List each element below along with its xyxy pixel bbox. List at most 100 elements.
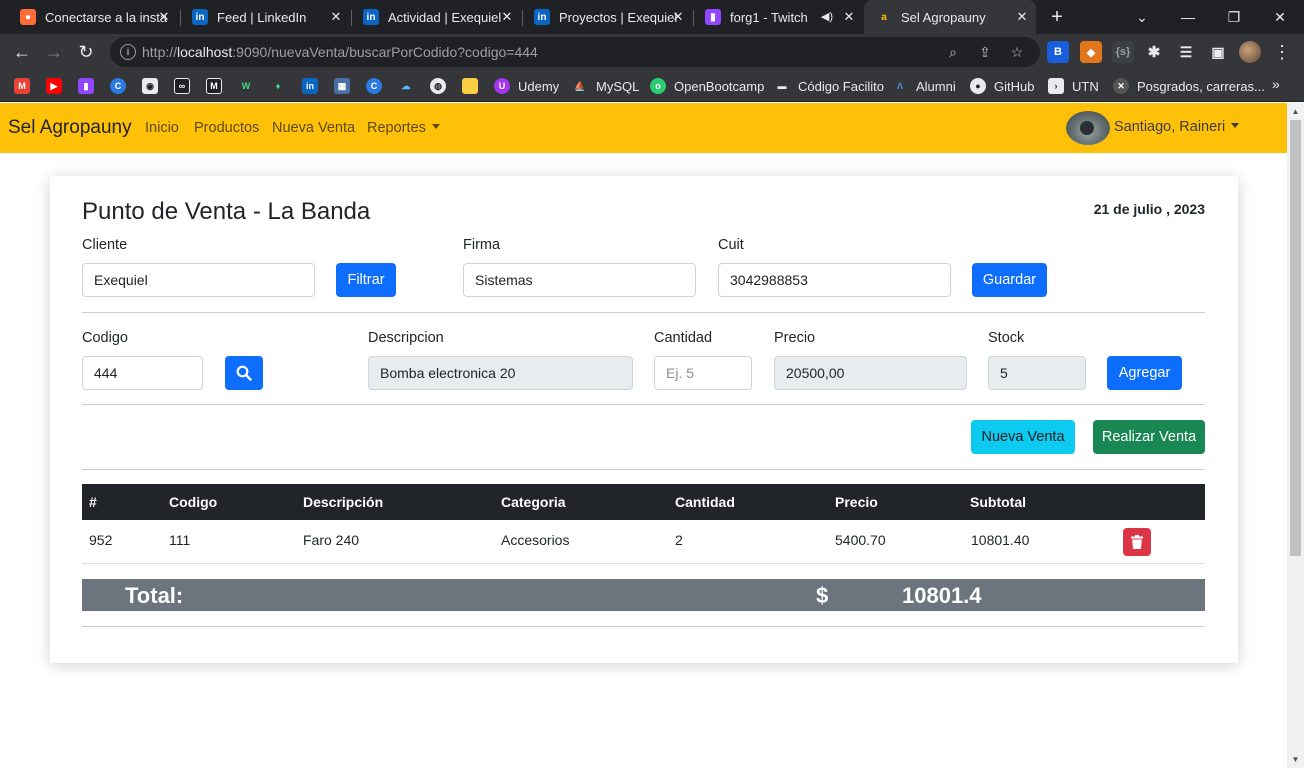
extension-icon[interactable]: {s}	[1112, 41, 1134, 63]
close-window-icon[interactable]: ✕	[1257, 0, 1303, 34]
address-bar[interactable]: i http://localhost:9090/nuevaVenta/busca…	[110, 37, 1040, 67]
restore-icon[interactable]: ❐	[1211, 0, 1257, 34]
realizar-venta-button[interactable]: Realizar Venta	[1093, 420, 1205, 454]
globe-icon[interactable]: ◍	[430, 78, 446, 94]
bookmark-github[interactable]: ● GitHub	[970, 76, 1034, 96]
url-text[interactable]: http://localhost:9090/nuevaVenta/buscarP…	[142, 44, 538, 60]
bookmark-black-icon[interactable]: ∞	[174, 78, 190, 94]
reload-icon[interactable]: ↻	[74, 40, 98, 64]
page-title: Punto de Venta - La Banda	[82, 198, 371, 225]
browser-tab-linkedin-actividad[interactable]: in Actividad | Exequiel ✕	[351, 0, 521, 34]
side-panel-icon[interactable]: ▣	[1207, 41, 1229, 63]
delete-row-button[interactable]	[1123, 528, 1151, 556]
metamask-extension-icon[interactable]: ◆	[1080, 41, 1102, 63]
cloud-icon[interactable]: ☁	[398, 78, 414, 94]
openbootcamp-icon: o	[650, 78, 666, 94]
stock-input[interactable]: 5	[988, 356, 1086, 390]
bookmark-c2-icon[interactable]: C	[366, 78, 382, 94]
close-tab-icon[interactable]: ✕	[328, 9, 344, 25]
cliente-label: Cliente	[82, 237, 128, 253]
scroll-up-icon[interactable]: ▲	[1287, 103, 1304, 120]
divider	[82, 469, 1205, 470]
minimize-icon[interactable]: —	[1165, 0, 1211, 34]
brand-link[interactable]: Sel Agropauny	[8, 117, 132, 139]
total-currency: $	[816, 583, 829, 608]
linkedin-icon: in	[363, 9, 379, 25]
search-icon	[236, 365, 252, 381]
reading-list-icon[interactable]: ☰	[1175, 41, 1197, 63]
browser-toolbar: ← → ↻ i http://localhost:9090/nuevaVenta…	[0, 34, 1304, 70]
new-tab-icon[interactable]: +	[1046, 6, 1068, 28]
twitch-bookmark-icon[interactable]: ▮	[78, 78, 94, 94]
agregar-button[interactable]: Agregar	[1107, 356, 1182, 390]
zoom-icon[interactable]: ⌕	[944, 43, 962, 61]
user-dropdown[interactable]: Santiago, Raineri	[1114, 119, 1240, 135]
user-avatar[interactable]	[1066, 111, 1110, 145]
precio-input[interactable]: 20500,00	[774, 356, 967, 390]
utn-icon: ›	[1048, 78, 1064, 94]
close-tab-icon[interactable]: ✕	[670, 9, 686, 25]
forward-icon[interactable]: →	[42, 40, 66, 64]
bookmark-openbootcamp[interactable]: o OpenBootcamp	[650, 76, 764, 96]
nueva-venta-button[interactable]: Nueva Venta	[971, 420, 1075, 454]
close-tab-icon[interactable]: ✕	[841, 9, 857, 25]
close-tab-icon[interactable]: ✕	[1014, 9, 1030, 25]
bitwarden-extension-icon[interactable]: B	[1047, 41, 1069, 63]
column-header-categoria: Categoria	[501, 494, 566, 510]
app-icon: a	[881, 11, 887, 23]
scroll-down-icon[interactable]: ▼	[1287, 751, 1304, 768]
site-info-icon[interactable]: i	[120, 44, 136, 60]
nav-link-inicio[interactable]: Inicio	[145, 120, 179, 136]
browser-tab-twitch[interactable]: ▮ forg1 - Twitch ◀) ✕	[693, 0, 863, 34]
browser-tab-linkedin-proyectos[interactable]: in Proyectos | Exequiel ✕	[522, 0, 692, 34]
back-icon[interactable]: ←	[10, 40, 34, 64]
cliente-input[interactable]: Exequiel	[82, 263, 315, 297]
nav-link-productos[interactable]: Productos	[194, 120, 259, 136]
bookmark-star-icon[interactable]: ☆	[1008, 43, 1026, 61]
nav-dropdown-reportes[interactable]: Reportes	[367, 120, 440, 136]
scrollbar-thumb[interactable]	[1290, 120, 1301, 556]
cuit-input[interactable]: 3042988853	[718, 263, 951, 297]
tab-search-icon[interactable]: ⌄	[1119, 0, 1165, 34]
filtrar-button[interactable]: Filtrar	[336, 263, 396, 297]
bookmark-w-icon[interactable]: W	[238, 78, 254, 94]
descripcion-input[interactable]: Bomba electronica 20	[368, 356, 633, 390]
camera-icon[interactable]: ◉	[142, 78, 158, 94]
bookmark-posgrados[interactable]: ✕ Posgrados, carreras...	[1113, 76, 1265, 96]
gmail-icon[interactable]: M	[14, 78, 30, 94]
nav-link-nueva-venta[interactable]: Nueva Venta	[272, 120, 355, 136]
browser-tab-postman[interactable]: ● Conectarse a la insta ✕	[8, 0, 178, 34]
codigo-input[interactable]: 444	[82, 356, 203, 390]
bookmarks-overflow-icon[interactable]: »	[1272, 76, 1280, 92]
bookmark-c-icon[interactable]: C	[110, 78, 126, 94]
folder-icon[interactable]	[462, 78, 478, 94]
guardar-button[interactable]: Guardar	[972, 263, 1047, 297]
browser-tab-sel-agropauny[interactable]: a Sel Agropauny ✕	[864, 0, 1036, 34]
medium-icon[interactable]: M	[206, 78, 222, 94]
speaker-icon[interactable]: ◀)	[821, 10, 833, 23]
menu-kebab-icon[interactable]: ⋮	[1272, 41, 1292, 63]
share-icon[interactable]: ⇪	[976, 43, 994, 61]
bookmark-udemy[interactable]: U Udemy	[494, 76, 559, 96]
bookmark-codigo-facilito[interactable]: ▬ Código Facilito	[774, 76, 885, 96]
bookmark-alumni[interactable]: Λ Alumni	[892, 76, 956, 96]
close-tab-icon[interactable]: ✕	[156, 9, 172, 25]
cantidad-input[interactable]: Ej. 5	[654, 356, 752, 390]
linkedin-bookmark-icon[interactable]: in	[302, 78, 318, 94]
browser-tab-linkedin-feed[interactable]: in Feed | LinkedIn ✕	[180, 0, 350, 34]
total-bar: Total: $ 10801.4	[82, 579, 1205, 611]
extensions-puzzle-icon[interactable]: ✱	[1143, 41, 1165, 63]
firma-input[interactable]: Sistemas	[463, 263, 696, 297]
bookmark-utn[interactable]: › UTN	[1048, 76, 1099, 96]
bookmark-leaf-icon[interactable]: ♦	[270, 78, 286, 94]
profile-avatar-icon[interactable]	[1239, 41, 1261, 63]
cuit-label: Cuit	[718, 237, 744, 253]
cell-id: 952	[89, 532, 113, 548]
search-button[interactable]	[225, 356, 263, 390]
close-tab-icon[interactable]: ✕	[499, 9, 515, 25]
divider	[82, 404, 1205, 405]
page-scrollbar[interactable]: ▲ ▼	[1287, 103, 1304, 768]
bookmark-mysql[interactable]: ⛵ MySQL	[572, 76, 639, 96]
youtube-icon[interactable]: ▶	[46, 78, 62, 94]
bookmark-photo-icon[interactable]: ▦	[334, 78, 350, 94]
